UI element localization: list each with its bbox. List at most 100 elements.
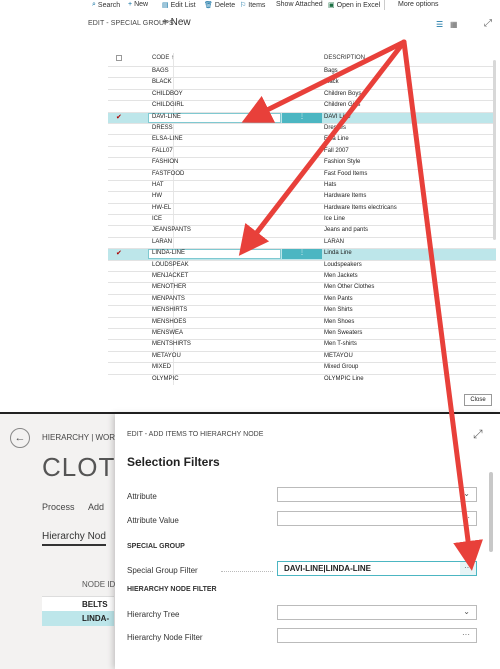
dialog-scrollbar[interactable] <box>489 472 493 552</box>
code-cell[interactable]: MENTSHIRTS <box>152 341 191 347</box>
row-check-icon[interactable]: ✔ <box>116 249 122 257</box>
table-row[interactable]: FASHION Fashion Style <box>108 157 496 168</box>
table-row[interactable]: MENSHIRTS Men Shirts <box>108 305 496 316</box>
code-cell[interactable]: MENSHIRTS <box>152 307 187 313</box>
code-cell[interactable]: DRESS <box>152 125 173 131</box>
table-row[interactable]: BELTS <box>42 596 114 611</box>
list-view-icon[interactable]: ☰ <box>436 20 443 29</box>
table-row[interactable]: LARAN LARAN <box>108 236 496 248</box>
search-button[interactable]: ⌕ Search <box>92 1 120 9</box>
table-row-selected[interactable]: LINDA- <box>42 611 114 626</box>
table-row[interactable]: HAT Hats <box>108 179 496 191</box>
lookup-dots-icon[interactable]: ··· <box>460 562 476 575</box>
table-row[interactable]: OLYMPIC OLYMPIC Line <box>108 373 496 385</box>
table-row[interactable]: MIXED Mixed Group <box>108 362 496 373</box>
table-row[interactable]: MENJACKET Men Jackets <box>108 271 496 282</box>
code-cell[interactable]: LOUDSPEAK <box>152 262 189 268</box>
chevron-down-icon[interactable]: ⌄ <box>463 489 470 498</box>
edit-list-button[interactable]: ▤ Edit List <box>162 1 196 10</box>
description-cell: Men Other Clothes <box>324 284 375 291</box>
description-cell: Children Boys <box>324 90 362 97</box>
show-attached-button[interactable]: Show Attached <box>276 1 323 8</box>
table-row[interactable]: FALL07 Fall 2007 <box>108 145 496 157</box>
code-cell[interactable]: CHILDGIRL <box>152 102 184 108</box>
process-action[interactable]: Process <box>42 502 75 512</box>
code-cell[interactable]: HW <box>152 193 162 199</box>
code-cell[interactable]: LINDA-LINE <box>152 250 185 256</box>
code-cell[interactable]: LARAN <box>152 239 172 245</box>
attribute-value-label: Attribute Value <box>127 516 179 525</box>
code-cell[interactable]: FALL07 <box>152 148 173 154</box>
table-row[interactable]: MENSWEA Men Sweaters <box>108 327 496 339</box>
table-row[interactable]: FASTFOOD Fast Food Items <box>108 168 496 180</box>
table-row[interactable]: BLACK Black <box>108 77 496 88</box>
code-cell[interactable]: MENOTHER <box>152 284 186 290</box>
table-row[interactable]: ELSA-LINE Elsa Line <box>108 134 496 145</box>
hierarchy-tree-field[interactable]: ⌄ <box>277 605 477 620</box>
code-cell[interactable]: MIXED <box>152 364 171 370</box>
code-cell[interactable]: OLYMPIC <box>152 376 179 382</box>
expand-icon[interactable]: ⤢ <box>473 427 483 442</box>
new-button[interactable]: + New <box>128 1 148 8</box>
code-cell[interactable]: METAYOU <box>152 353 181 359</box>
code-cell[interactable]: MENSHOES <box>152 319 186 325</box>
table-row[interactable]: BAGS Bags <box>108 66 496 77</box>
attribute-field[interactable]: ⌄ <box>277 487 477 502</box>
special-group-filter-field[interactable]: DAVI-LINE|LINDA-LINE ··· <box>277 561 477 576</box>
hierarchy-nodes-section-title[interactable]: Hierarchy Nod <box>42 531 106 546</box>
code-cell[interactable]: FASTFOOD <box>152 171 184 177</box>
code-cell[interactable]: FASHION <box>152 159 178 165</box>
table-row[interactable]: DRESS Dresses <box>108 122 496 134</box>
code-cell[interactable]: HW-EL <box>152 205 171 211</box>
lookup-dots-icon[interactable]: ··· <box>462 513 470 522</box>
table-row[interactable]: CHILDBOY Children Boys <box>108 88 496 100</box>
table-row[interactable]: MENTSHIRTS Men T-shirts <box>108 339 496 350</box>
code-cell[interactable]: MENPANTS <box>152 296 185 302</box>
column-header-description[interactable]: DESCRIPTION <box>324 55 365 61</box>
code-cell[interactable]: JEANSPANTS <box>152 227 191 233</box>
delete-button[interactable]: 🗑 Delete <box>204 1 235 10</box>
add-action[interactable]: Add <box>88 502 104 512</box>
open-in-excel-button[interactable]: ▣ Open in Excel <box>328 1 380 10</box>
row-actions-icon[interactable]: ⋮ <box>282 249 322 260</box>
code-cell[interactable]: ELSA-LINE <box>152 136 183 142</box>
table-row[interactable]: METAYOU METAYOU <box>108 350 496 362</box>
table-row[interactable]: ICE Ice Line <box>108 214 496 225</box>
code-cell[interactable]: HAT <box>152 182 164 188</box>
lookup-dots-icon[interactable]: ··· <box>462 630 470 639</box>
items-button[interactable]: ⚐ Items <box>240 1 265 10</box>
table-row[interactable]: HW Hardware Items <box>108 191 496 202</box>
table-row-selected[interactable]: ⋮ ✔ LINDA-LINE Linda Line <box>108 248 496 260</box>
code-cell[interactable]: DAVI-LINE <box>152 114 181 120</box>
more-options-button[interactable]: More options <box>398 1 438 8</box>
code-cell[interactable]: MENJACKET <box>152 273 188 279</box>
close-button[interactable]: Close <box>464 394 492 406</box>
chevron-down-icon[interactable]: ⌄ <box>463 607 470 616</box>
table-row[interactable]: MENOTHER Men Other Clothes <box>108 282 496 293</box>
expand-icon[interactable]: ⤢ <box>484 18 492 29</box>
select-all-checkbox[interactable] <box>116 55 122 61</box>
code-cell[interactable]: CHILDBOY <box>152 91 183 97</box>
code-cell[interactable]: BAGS <box>152 68 169 74</box>
table-row[interactable]: MENPANTS Men Pants <box>108 293 496 305</box>
code-cell[interactable]: MENSWEA <box>152 330 183 336</box>
tile-view-icon[interactable]: ▦ <box>450 20 458 29</box>
column-header-code[interactable]: CODE ↑ <box>152 55 174 61</box>
table-row[interactable]: LOUDSPEAK Loudspeakers <box>108 259 496 271</box>
table-row[interactable]: JEANSPANTS Jeans and pants <box>108 225 496 236</box>
selection-filters-heading[interactable]: Selection Filters <box>127 455 220 469</box>
row-actions-icon[interactable]: ⋮ <box>282 112 322 123</box>
new-record-button[interactable]: + New <box>162 17 191 28</box>
code-cell[interactable]: BLACK <box>152 79 172 85</box>
scrollbar[interactable] <box>493 60 496 240</box>
table-row-selected[interactable]: ⋮ ✔ DAVI-LINE DAVI Line <box>108 111 496 123</box>
table-row[interactable]: CHILDGIRL Children Girls <box>108 100 496 111</box>
description-cell: Men Jackets <box>324 273 358 280</box>
attribute-value-field[interactable]: ··· <box>277 511 477 526</box>
back-arrow-icon[interactable]: ← <box>10 428 30 448</box>
code-cell[interactable]: ICE <box>152 216 162 222</box>
row-check-icon[interactable]: ✔ <box>116 113 122 121</box>
table-row[interactable]: HW-EL Hardware Items electricans <box>108 202 496 214</box>
table-row[interactable]: MENSHOES Men Shoes <box>108 316 496 328</box>
hierarchy-node-filter-field[interactable]: ··· <box>277 628 477 643</box>
